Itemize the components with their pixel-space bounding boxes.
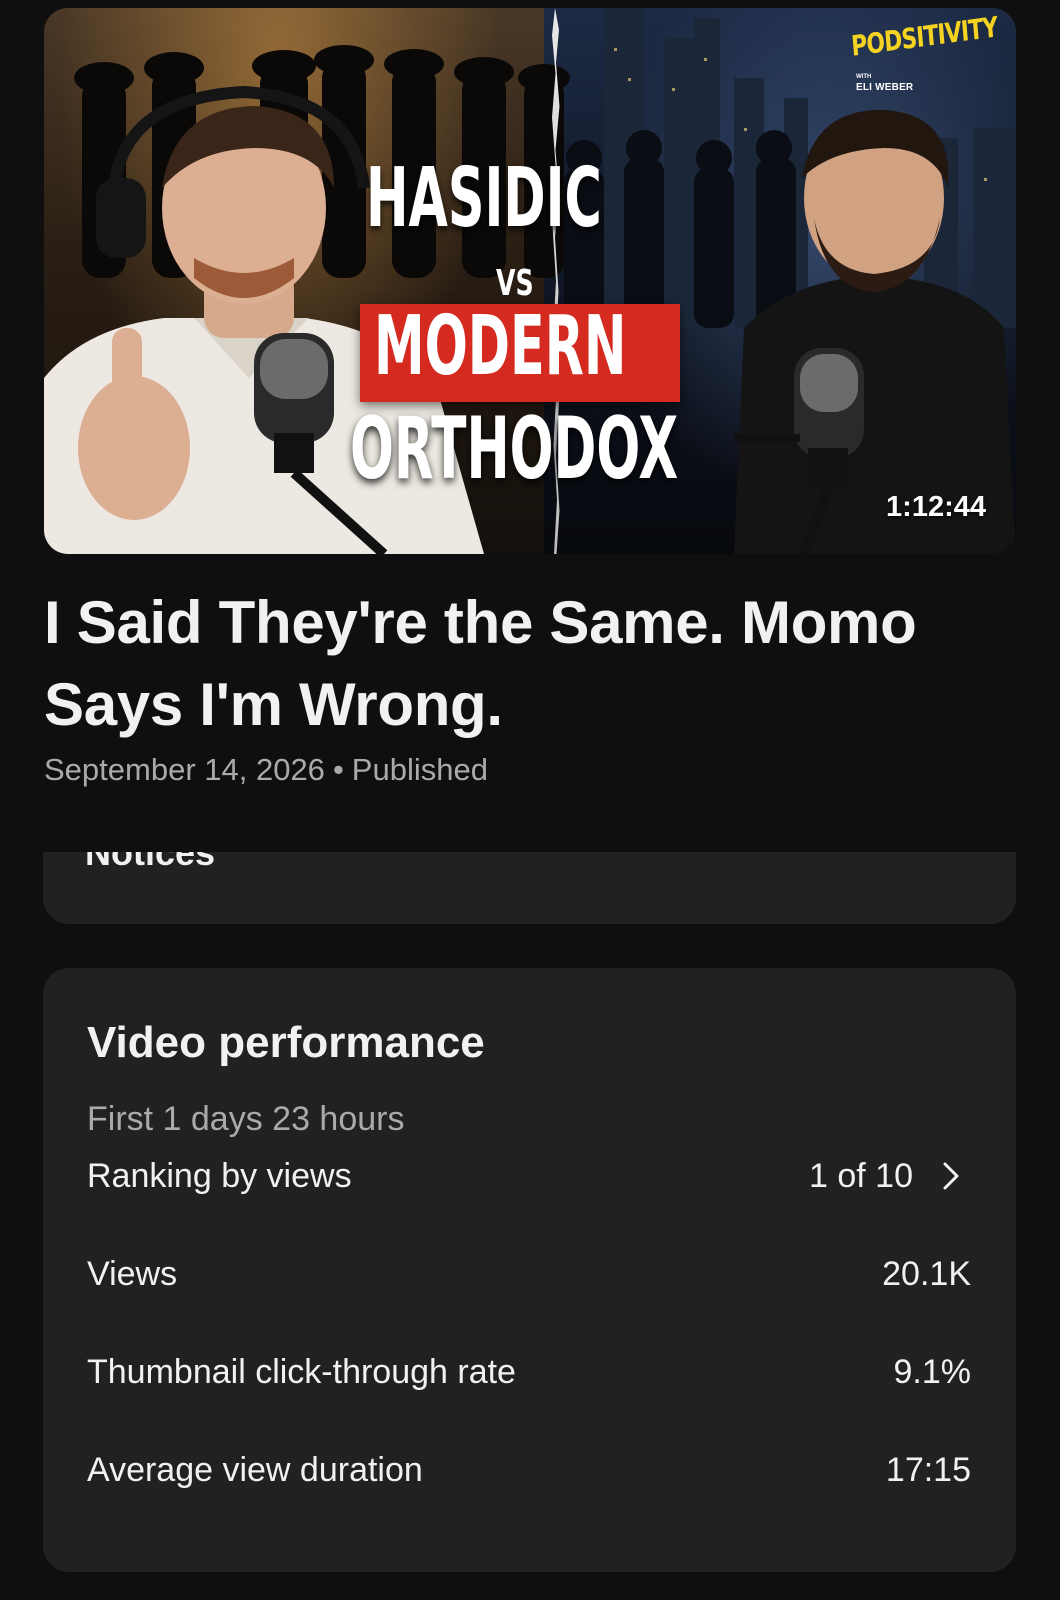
metric-value: 1 of 10 <box>809 1157 913 1195</box>
metric-value: 20.1K <box>882 1255 971 1293</box>
headline-line-2: MODERN <box>374 299 627 394</box>
publish-status: Published <box>351 752 488 787</box>
average-view-duration-row: Average view duration 17:15 <box>87 1430 971 1510</box>
video-meta: September 14, 2026 • Published <box>44 752 488 788</box>
video-thumbnail[interactable]: PODSITIVITY WITH ELI WEBER HASIDIC VS MO… <box>44 8 1016 554</box>
notices-heading: Notices <box>85 852 216 873</box>
performance-period: First 1 days 23 hours <box>87 1100 405 1138</box>
video-duration-badge: 1:12:44 <box>886 491 986 523</box>
video-title: I Said They're the Same. Momo Says I'm W… <box>44 589 917 738</box>
metric-label: Average view duration <box>87 1451 423 1489</box>
video-performance-card: Video performance First 1 days 23 hours … <box>43 968 1016 1572</box>
thumbnail-headline: HASIDIC VS MODERN ORTHODOX <box>44 8 1016 554</box>
meta-separator: • <box>332 752 344 787</box>
views-row: Views 20.1K <box>87 1234 971 1314</box>
metric-value: 9.1% <box>893 1353 972 1391</box>
headline-line-3: ORTHODOX <box>350 399 679 499</box>
metric-value: 17:15 <box>885 1451 971 1489</box>
headline-vs: VS <box>496 263 534 304</box>
ranking-by-views-row[interactable]: Ranking by views 1 of 10 <box>87 1136 971 1216</box>
video-analytics-page: PODSITIVITY WITH ELI WEBER HASIDIC VS MO… <box>0 0 1060 1600</box>
chevron-right-icon[interactable] <box>935 1160 967 1192</box>
metric-label: Thumbnail click-through rate <box>87 1353 516 1391</box>
metric-label: Views <box>87 1255 178 1293</box>
metric-label: Ranking by views <box>87 1157 352 1195</box>
headline-line-1: HASIDIC <box>366 151 602 246</box>
notices-card[interactable]: Notices <box>43 852 1016 924</box>
publish-date: September 14, 2026 <box>44 752 325 787</box>
video-performance-title: Video performance <box>87 1018 485 1067</box>
ctr-row: Thumbnail click-through rate 9.1% <box>87 1332 971 1412</box>
